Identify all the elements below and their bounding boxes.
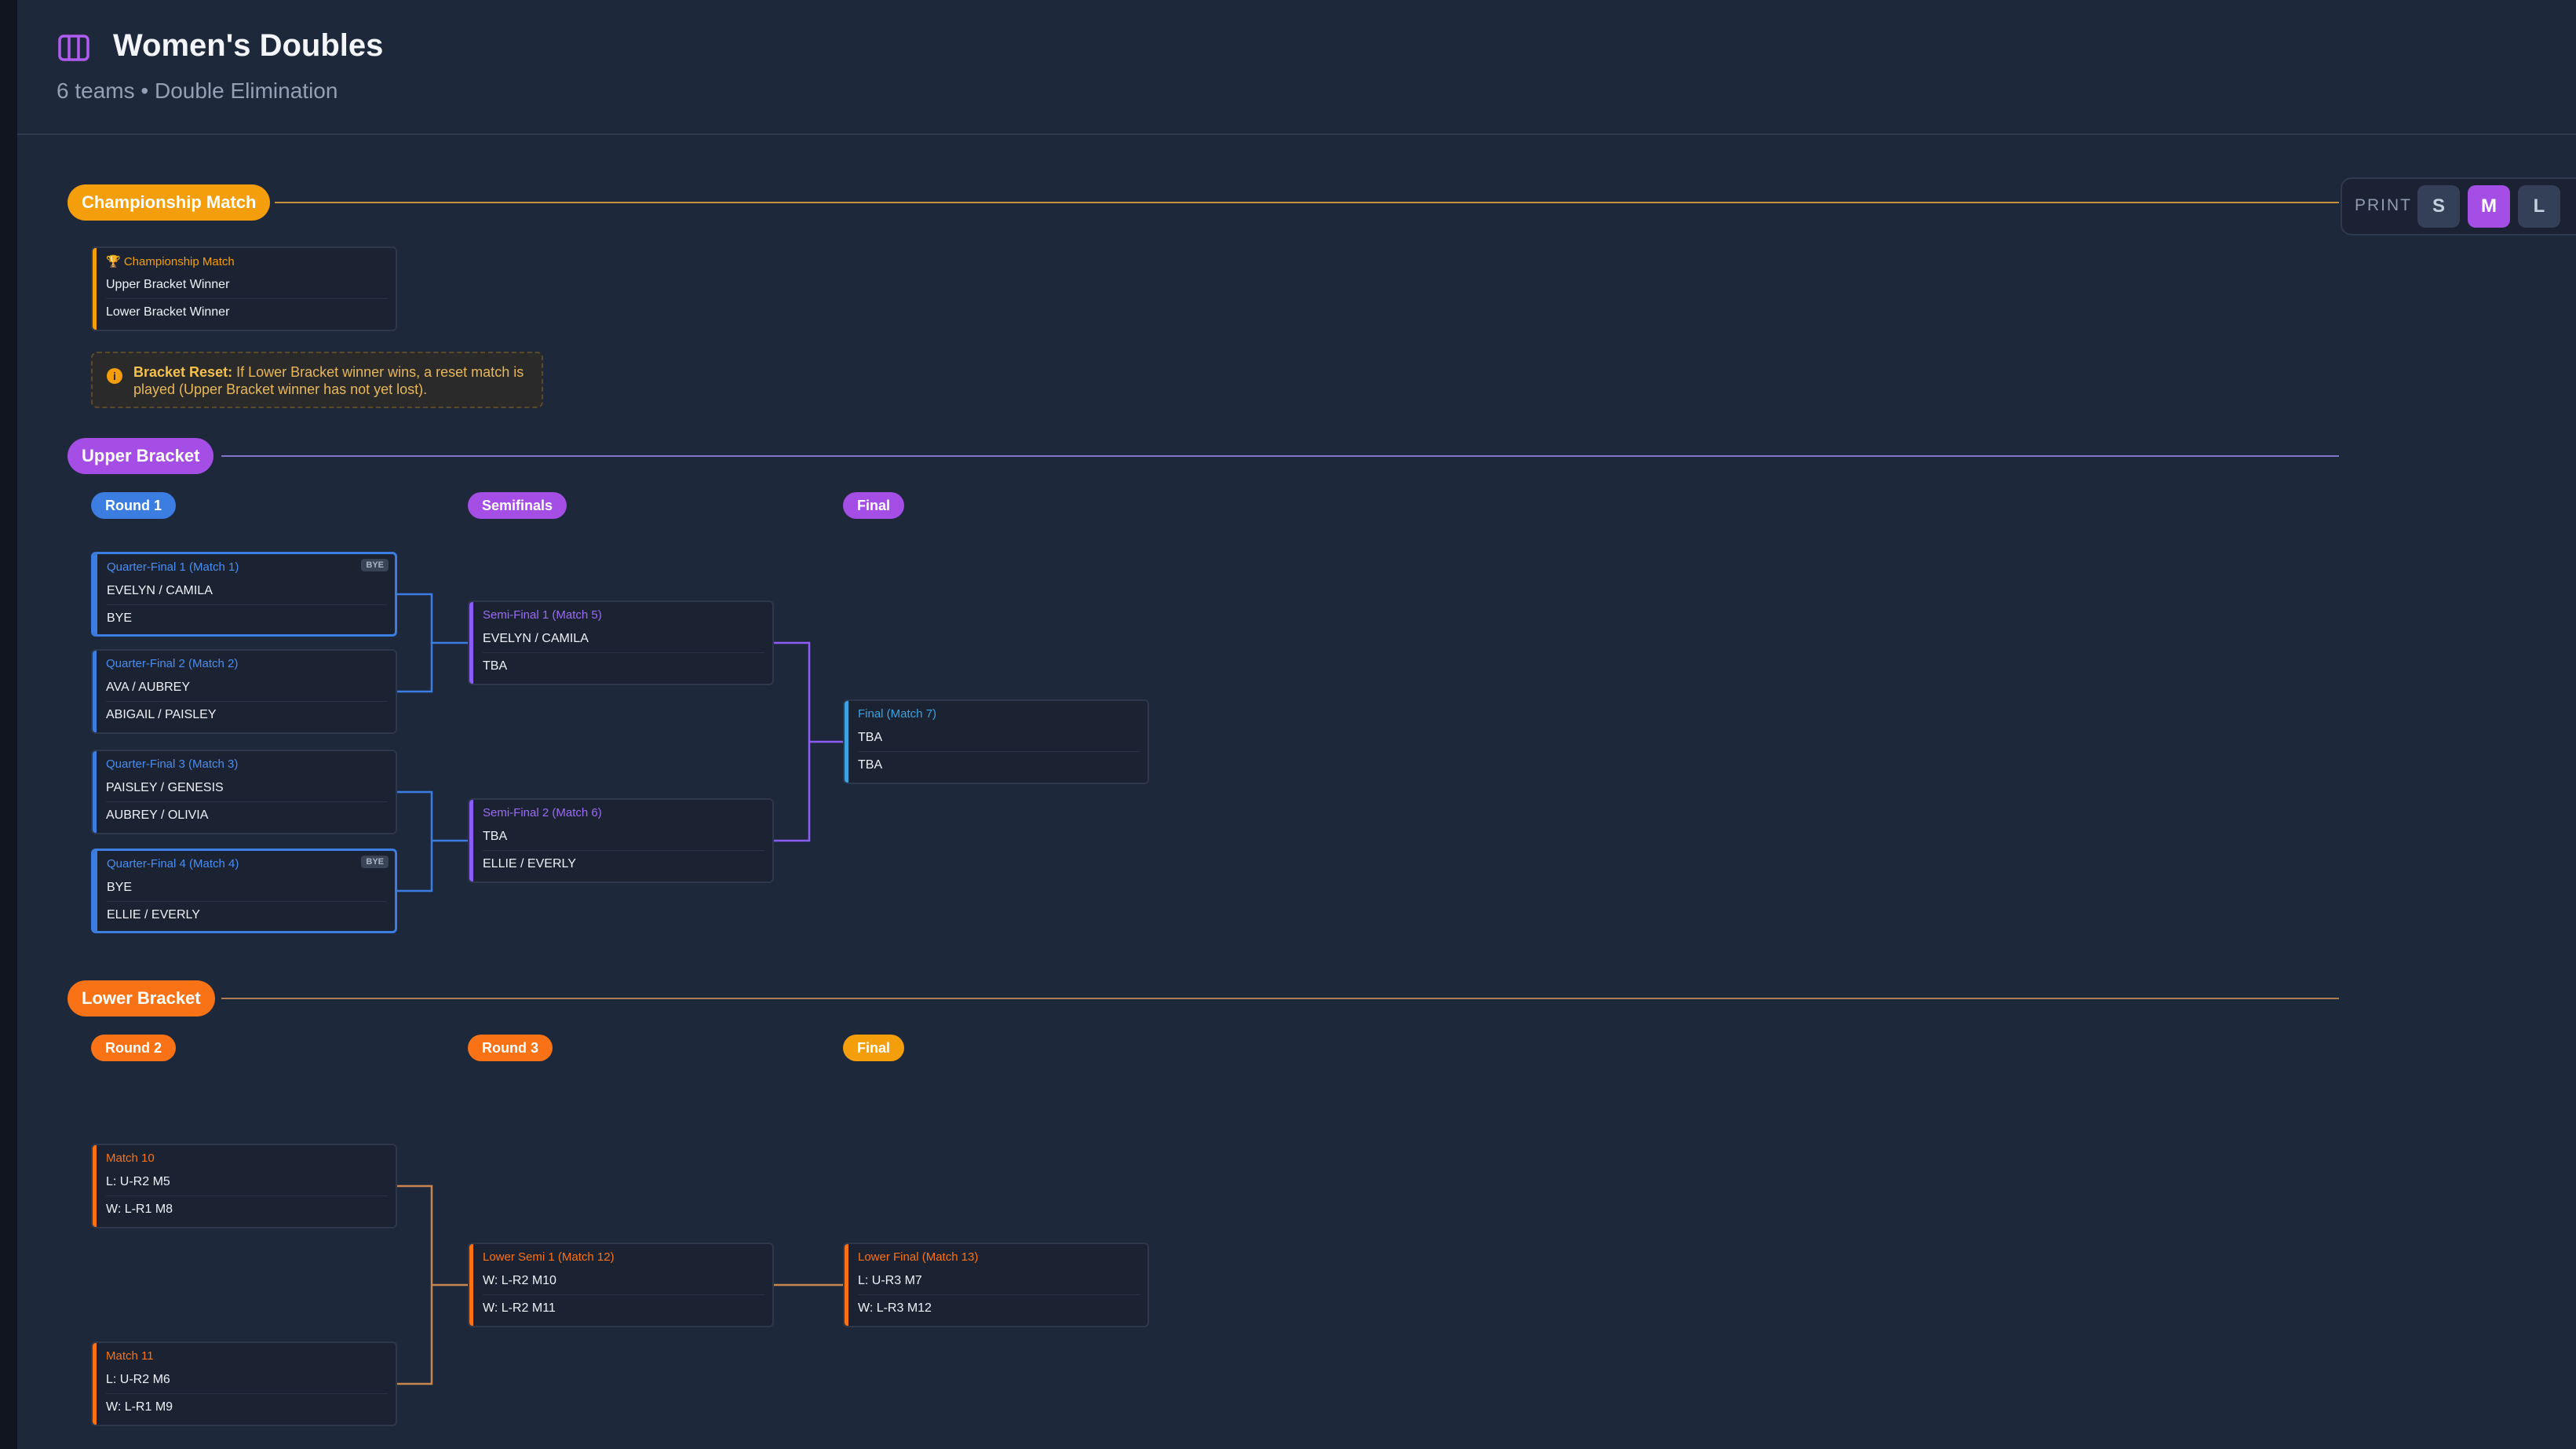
match-title: Quarter-Final 2 (Match 2) (106, 657, 239, 670)
app-window: Women's Doubles 6 teams • Double Elimina… (17, 0, 2576, 1449)
match-slot-2: BYE (107, 611, 133, 625)
match-title: Quarter-Final 3 (Match 3) (106, 757, 239, 771)
match-title: Match 10 (106, 1152, 155, 1165)
info-icon: i (107, 368, 122, 384)
lower-match-card[interactable]: Match 11 L: U-R2 M6 W: L-R1 M9 (91, 1341, 397, 1426)
match-accent-bar (93, 651, 97, 732)
upper-bracket-section-label: Upper Bracket (68, 438, 214, 474)
upper-match-card[interactable]: Quarter-Final 3 (Match 3) PAISLEY / GENE… (91, 750, 397, 834)
lower-bracket-divider (221, 998, 2339, 999)
lower-round-label-1: Round 2 (91, 1035, 176, 1061)
notice-text: Bracket Reset: If Lower Bracket winner w… (133, 363, 534, 398)
match-accent-bar (93, 851, 97, 931)
match-accent-bar (469, 800, 473, 881)
match-slot-1: TBA (858, 724, 1140, 752)
match-slot-2: W: L-R1 M9 (106, 1400, 173, 1414)
bye-badge: BYE (361, 559, 389, 571)
match-slot-1: Upper Bracket Winner (106, 272, 388, 299)
match-slot-1: W: L-R2 M10 (483, 1268, 764, 1295)
match-slot-1: EVELYN / CAMILA (107, 578, 387, 605)
match-accent-bar (93, 1343, 97, 1425)
upper-round-label-1: Round 1 (91, 492, 176, 519)
match-slot-1: L: U-R2 M6 (106, 1367, 388, 1394)
match-slot-2: ELLIE / EVERLY (107, 908, 200, 922)
bracket-connectors (395, 593, 843, 1385)
match-slot-2: ABIGAIL / PAISLEY (106, 708, 217, 721)
championship-match-card[interactable]: 🏆 Championship Match Upper Bracket Winne… (91, 246, 397, 331)
match-title: Quarter-Final 1 (Match 1) (107, 560, 239, 574)
lower-bracket-section-label: Lower Bracket (68, 980, 215, 1016)
print-size-selector: PRINT S M L (2341, 177, 2576, 235)
championship-section-label: Championship Match (68, 184, 271, 221)
match-title: Quarter-Final 4 (Match 4) (107, 857, 239, 870)
lower-round-label-2: Round 3 (468, 1035, 553, 1061)
match-accent-bar (469, 1244, 473, 1326)
match-title: Semi-Final 1 (Match 5) (483, 608, 602, 622)
match-slot-1: EVELYN / CAMILA (483, 626, 764, 653)
size-l-button[interactable]: L (2518, 185, 2560, 228)
connector-qf3-qf4 (395, 790, 433, 892)
upper-match-card[interactable]: Quarter-Final 4 (Match 4) BYE BYE ELLIE … (91, 849, 397, 933)
match-slot-2: Lower Bracket Winner (106, 305, 230, 319)
match-slot-2: TBA (483, 659, 508, 673)
match-slot-1: BYE (107, 874, 387, 902)
match-accent-bar (93, 554, 97, 634)
bracket-reset-notice: i Bracket Reset: If Lower Bracket winner… (91, 352, 543, 408)
upper-match-card[interactable]: Semi-Final 1 (Match 5) EVELYN / CAMILA T… (468, 600, 774, 685)
match-title: Final (Match 7) (858, 707, 937, 721)
lower-round-label-3: Final (843, 1035, 905, 1061)
match-accent-bar (469, 602, 473, 684)
connector-qf1-qf2 (395, 593, 433, 693)
match-accent-bar (93, 1145, 97, 1227)
lower-match-card[interactable]: Lower Final (Match 13) L: U-R3 M7 W: L-R… (843, 1243, 1149, 1327)
match-slot-1: L: U-R2 M5 (106, 1169, 388, 1196)
upper-bracket-divider (221, 455, 2339, 457)
match-slot-2: W: L-R1 M8 (106, 1203, 173, 1216)
print-label: PRINT (2355, 196, 2412, 214)
upper-match-card[interactable]: Quarter-Final 2 (Match 2) AVA / AUBREY A… (91, 649, 397, 734)
match-title: Semi-Final 2 (Match 6) (483, 806, 602, 819)
bye-badge: BYE (361, 856, 389, 868)
match-title: Lower Final (Match 13) (858, 1250, 979, 1264)
size-s-button[interactable]: S (2417, 185, 2460, 228)
upper-match-card[interactable]: Semi-Final 2 (Match 6) TBA ELLIE / EVERL… (468, 798, 774, 883)
notice-strong: Bracket Reset: (133, 364, 233, 380)
upper-match-card[interactable]: Final (Match 7) TBA TBA (843, 699, 1149, 784)
upper-match-card[interactable]: Quarter-Final 1 (Match 1) BYE EVELYN / C… (91, 552, 397, 637)
match-slot-2: AUBREY / OLIVIA (106, 808, 209, 822)
match-accent-bar (93, 248, 97, 330)
connector-sf1-sf2 (772, 641, 811, 842)
match-slot-1: TBA (483, 823, 764, 851)
match-slot-2: W: L-R3 M12 (858, 1301, 932, 1315)
match-title: Match 11 (106, 1349, 154, 1363)
upper-round-label-2: Semifinals (468, 492, 567, 519)
match-accent-bar (845, 1244, 848, 1326)
match-slot-2: TBA (858, 758, 883, 772)
size-m-button[interactable]: M (2468, 185, 2510, 228)
match-title: 🏆 Championship Match (106, 255, 235, 268)
upper-round-label-3: Final (843, 492, 905, 519)
match-accent-bar (845, 701, 848, 783)
connector-m10-m11 (395, 1184, 433, 1385)
match-title: Lower Semi 1 (Match 12) (483, 1250, 615, 1264)
match-slot-1: L: U-R3 M7 (858, 1268, 1140, 1295)
match-slot-1: AVA / AUBREY (106, 674, 388, 702)
match-slot-1: PAISLEY / GENESIS (106, 775, 388, 802)
lower-match-card[interactable]: Match 10 L: U-R2 M5 W: L-R1 M8 (91, 1144, 397, 1228)
lower-match-card[interactable]: Lower Semi 1 (Match 12) W: L-R2 M10 W: L… (468, 1243, 774, 1327)
match-accent-bar (93, 751, 97, 833)
match-slot-2: W: L-R2 M11 (483, 1301, 556, 1315)
window-edge (0, 0, 17, 1449)
championship-divider (275, 202, 2339, 203)
match-slot-2: ELLIE / EVERLY (483, 857, 576, 870)
